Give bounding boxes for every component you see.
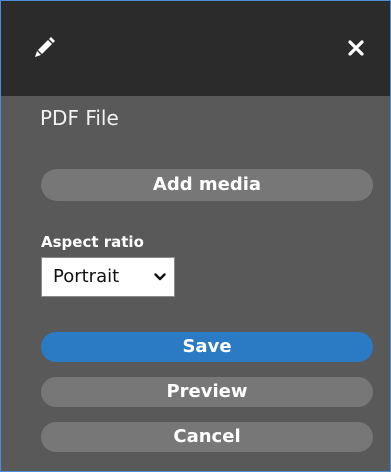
media-editor-panel: PDF File Add media Aspect ratio Portrait… bbox=[0, 0, 391, 472]
chevron-down-icon bbox=[154, 273, 166, 281]
document-title: PDF File bbox=[40, 106, 119, 130]
preview-button[interactable]: Preview bbox=[41, 377, 373, 407]
pencil-icon bbox=[35, 37, 55, 57]
aspect-ratio-label: Aspect ratio bbox=[41, 233, 144, 251]
aspect-ratio-select[interactable]: Portrait bbox=[41, 257, 175, 297]
panel-header bbox=[1, 1, 390, 96]
add-media-button[interactable]: Add media bbox=[41, 169, 373, 201]
close-icon[interactable] bbox=[346, 38, 366, 58]
cancel-button[interactable]: Cancel bbox=[41, 422, 373, 452]
save-button[interactable]: Save bbox=[41, 332, 373, 362]
aspect-ratio-selected-value: Portrait bbox=[53, 266, 120, 287]
